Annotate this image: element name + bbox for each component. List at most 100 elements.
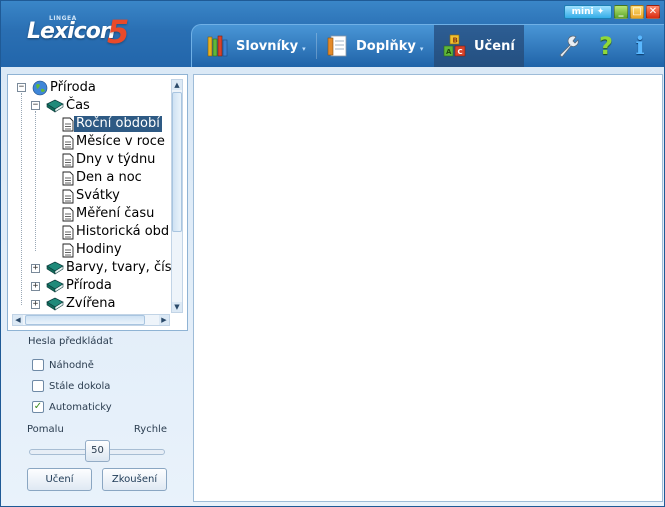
tree-leaf-item[interactable]: Hodiny [62, 241, 124, 259]
nav-separator [316, 33, 317, 59]
collapse-toggle[interactable]: − [31, 101, 40, 110]
document-icon [62, 225, 74, 239]
check-icon[interactable]: ✓ [32, 401, 44, 413]
tree-leaf-item[interactable]: Měření času [62, 205, 156, 223]
checkbox-auto[interactable]: ✓ Automaticky [32, 400, 112, 414]
slow-label: Pomalu [27, 424, 64, 435]
pin-icon: ✦ [596, 7, 605, 17]
notebook-icon [327, 35, 347, 57]
tree-node-label: Příroda [50, 80, 96, 95]
tree-line [21, 93, 22, 305]
tab-doplnky-label: Doplňky [356, 38, 416, 54]
info-button[interactable]: i [628, 33, 652, 59]
tree-leaf-item[interactable]: Dny v týdnu [62, 151, 157, 169]
tree-leaf-label: Historická obd [76, 224, 170, 239]
mini-label: mini [571, 7, 594, 17]
content-area [193, 74, 663, 502]
tree-line [35, 111, 36, 251]
tree-node-label: Barvy, tvary, čís [66, 260, 171, 275]
help-button[interactable]: ? [594, 33, 618, 59]
minimize-button[interactable]: _ [614, 5, 628, 19]
blocks-icon: B A C [443, 34, 466, 57]
expand-toggle[interactable]: + [31, 282, 40, 291]
tree-leaf-item[interactable]: Historická obd [62, 223, 171, 241]
topic-tree[interactable]: − Příroda − Čas Roční období Měsíce v ro… [7, 74, 188, 331]
header: Lexicon LINGEA 5 mini ✦ _ □ ✕ Slovníky ▾ [1, 1, 664, 67]
tree-leaf-label: Roční období [74, 116, 162, 132]
tree-leaf-label: Hodiny [76, 242, 122, 257]
tab-slovniky-label: Slovníky [236, 38, 299, 54]
checkbox-loop[interactable]: Stále dokola [32, 379, 110, 393]
scroll-right-icon[interactable]: ▶ [159, 315, 169, 325]
svg-text:B: B [453, 37, 458, 45]
svg-text:C: C [458, 48, 463, 56]
document-icon [62, 243, 74, 257]
info-icon: i [635, 31, 645, 60]
tree-body: − Příroda − Čas Roční období Měsíce v ro… [8, 75, 171, 313]
tree-leaf-item[interactable]: Svátky [62, 187, 122, 205]
globe-icon [32, 80, 48, 96]
tree-node-label: Zvířena [66, 296, 116, 311]
book-icon [46, 99, 64, 113]
books-icon [207, 35, 228, 57]
scroll-left-icon[interactable]: ◀ [13, 315, 23, 325]
document-icon [62, 135, 74, 149]
tree-leaf-label: Měsíce v roce [76, 134, 165, 149]
tree-leaf-label: Svátky [76, 188, 120, 203]
book-icon [46, 297, 64, 311]
tree-node-label: Čas [66, 98, 90, 113]
tab-doplnky[interactable]: Doplňky ▾ [322, 25, 430, 67]
learn-button[interactable]: Učení [27, 468, 92, 491]
checkbox-box[interactable] [32, 380, 44, 392]
window-controls: mini ✦ _ □ ✕ [564, 5, 660, 19]
checkbox-label: Automaticky [49, 401, 112, 413]
tree-leaf-label: Měření času [76, 206, 155, 221]
document-icon [62, 117, 74, 131]
checkbox-random[interactable]: Náhodně [32, 358, 94, 372]
tree-horizontal-scrollbar[interactable]: ◀ ▶ [12, 314, 170, 326]
fast-label: Rychle [133, 424, 167, 435]
tree-leaf-item[interactable]: Měsíce v roce [62, 133, 167, 151]
document-icon [62, 153, 74, 167]
maximize-button[interactable]: □ [630, 5, 644, 19]
tab-slovniky[interactable]: Slovníky ▾ [202, 25, 314, 67]
wrench-icon [559, 35, 579, 58]
book-icon [46, 279, 64, 293]
checkbox-box[interactable] [32, 359, 44, 371]
collapse-toggle[interactable]: − [17, 83, 26, 92]
speed-slider-thumb[interactable]: 50 [85, 440, 110, 462]
chevron-down-icon: ▾ [419, 45, 424, 53]
section-label: Hesla předkládat [28, 336, 113, 347]
document-icon [62, 189, 74, 203]
tree-leaf-label: Den a noc [76, 170, 142, 185]
document-icon [62, 207, 74, 221]
tree-leaf-item[interactable]: Den a noc [62, 169, 144, 187]
help-icon: ? [599, 32, 613, 60]
scroll-thumb[interactable] [25, 315, 145, 325]
checkbox-label: Náhodně [49, 359, 94, 371]
tree-node-cas[interactable]: Čas [46, 97, 92, 115]
close-button[interactable]: ✕ [646, 5, 660, 19]
tree-leaf-item[interactable]: Roční období [62, 115, 162, 133]
checkbox-label: Stále dokola [49, 380, 111, 392]
expand-toggle[interactable]: + [31, 264, 40, 273]
tree-node-sibling[interactable]: Příroda [46, 277, 114, 295]
test-button[interactable]: Zkoušení [102, 468, 167, 491]
tree-vertical-scrollbar[interactable]: ▲ ▼ [171, 79, 183, 313]
chevron-down-icon: ▾ [302, 45, 306, 53]
scroll-up-icon[interactable]: ▲ [172, 80, 182, 90]
tree-node-sibling[interactable]: Barvy, tvary, čís [46, 259, 171, 277]
scroll-thumb[interactable] [172, 92, 182, 232]
tree-node-sibling[interactable]: Zvířena [46, 295, 117, 313]
scroll-down-icon[interactable]: ▼ [172, 302, 182, 312]
book-icon [46, 261, 64, 275]
logo-brand: LINGEA [49, 15, 77, 22]
speed-labels: Pomalu Rychle [27, 424, 167, 435]
svg-text:A: A [446, 48, 452, 56]
tree-node-root[interactable]: Příroda [32, 79, 98, 97]
expand-toggle[interactable]: + [31, 300, 40, 309]
mini-mode-button[interactable]: mini ✦ [564, 5, 612, 19]
tab-uceni[interactable]: B A C Učení [434, 25, 524, 67]
tree-node-label: Příroda [66, 278, 112, 293]
settings-button[interactable] [556, 33, 580, 59]
